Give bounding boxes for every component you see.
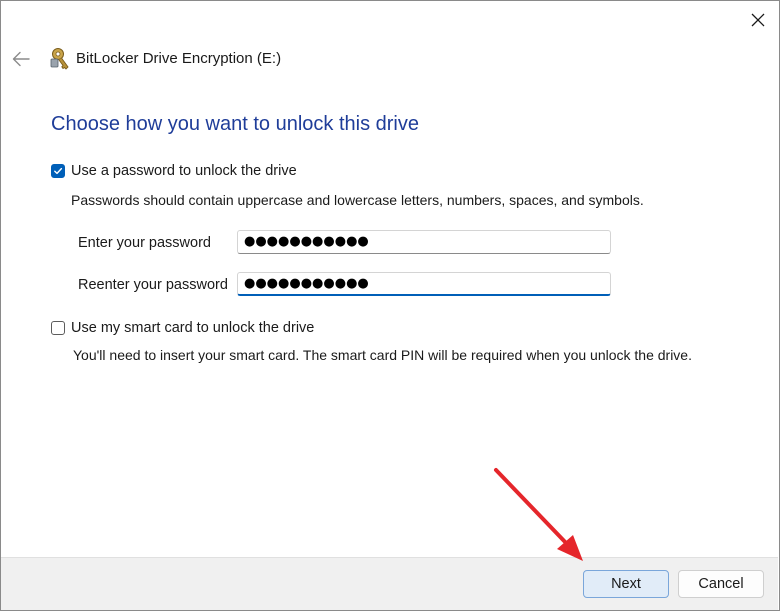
smartcard-checkbox[interactable] — [51, 321, 65, 335]
back-arrow-icon — [12, 51, 30, 67]
close-button[interactable] — [739, 3, 777, 37]
reenter-password-field[interactable]: ●●●●●●●●●●● — [237, 272, 611, 296]
smartcard-description-text: You'll need to insert your smart card. T… — [73, 347, 692, 363]
checkmark-icon — [54, 167, 63, 175]
close-icon — [751, 13, 765, 27]
page-heading: Choose how you want to unlock this drive — [51, 113, 419, 135]
password-checkbox[interactable] — [51, 164, 65, 178]
bitlocker-key-icon — [50, 48, 69, 70]
back-button[interactable] — [9, 45, 33, 73]
window-title: BitLocker Drive Encryption (E:) — [76, 50, 282, 67]
enter-password-field[interactable]: ●●●●●●●●●●● — [237, 230, 611, 254]
smartcard-option-label[interactable]: Use my smart card to unlock the drive — [71, 320, 314, 336]
password-option[interactable]: Use a password to unlock the drive — [51, 163, 297, 179]
password-requirements-text: Passwords should contain uppercase and l… — [71, 192, 644, 208]
bitlocker-dialog: BitLocker Drive Encryption (E:) Choose h… — [0, 0, 780, 611]
reenter-password-label: Reenter your password — [78, 277, 228, 293]
password-option-label[interactable]: Use a password to unlock the drive — [71, 163, 297, 179]
cancel-button[interactable]: Cancel — [678, 570, 764, 598]
smartcard-option[interactable]: Use my smart card to unlock the drive — [51, 320, 314, 336]
next-button[interactable]: Next — [583, 570, 669, 598]
enter-password-label: Enter your password — [78, 235, 211, 251]
